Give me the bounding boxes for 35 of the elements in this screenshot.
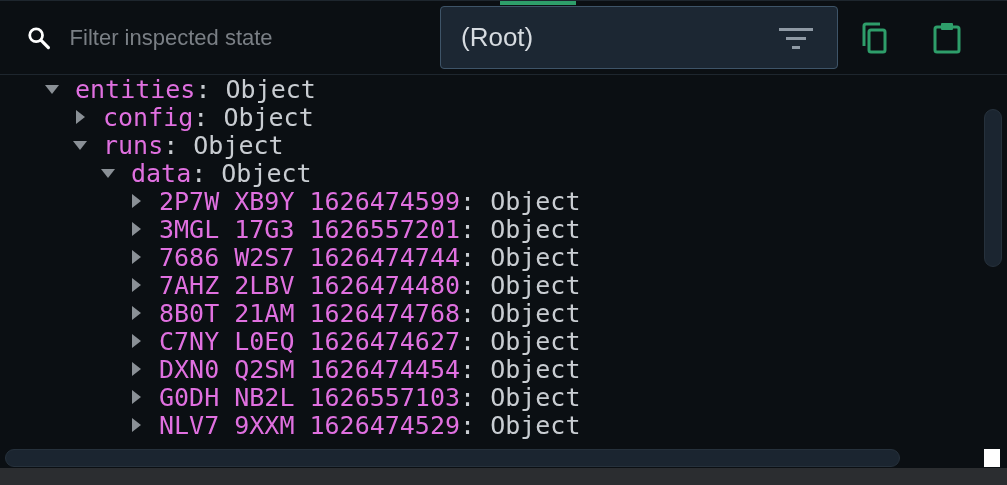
vertical-scrollbar[interactable] bbox=[984, 109, 1002, 267]
paste-button[interactable] bbox=[933, 21, 961, 54]
tree-key: 2P7W XB9Y 1626474599 bbox=[159, 186, 461, 216]
tree-value: : Object bbox=[460, 410, 581, 440]
tree-key: G0DH NB2L 1626557103 bbox=[159, 382, 461, 412]
tree-value: : Object bbox=[195, 75, 316, 104]
tree-value: : Object bbox=[460, 382, 581, 412]
tree-value: : Object bbox=[193, 102, 314, 132]
horizontal-scrollbar[interactable] bbox=[5, 449, 900, 467]
clipboard-icon bbox=[933, 21, 961, 54]
tree-key: 8B0T 21AM 1626474768 bbox=[159, 298, 461, 328]
scroll-corner bbox=[984, 449, 1000, 467]
tree-value: : Object bbox=[460, 326, 581, 356]
tree-key: data bbox=[131, 158, 192, 188]
tree-value: : Object bbox=[460, 214, 581, 244]
tree-key: runs bbox=[103, 130, 164, 160]
tree-key: NLV7 9XXM 1626474529 bbox=[159, 410, 461, 440]
tree-value: : Object bbox=[460, 298, 581, 328]
tree-key: config bbox=[103, 102, 194, 132]
tree-key: 7686 W2S7 1626474744 bbox=[159, 242, 461, 272]
tree-value: : Object bbox=[460, 270, 581, 300]
tree-key: entities bbox=[75, 75, 196, 104]
tree-key: DXN0 Q2SM 1626474454 bbox=[159, 354, 461, 384]
tree-key: 3MGL 17G3 1626557201 bbox=[159, 214, 461, 244]
tree-value: : Object bbox=[460, 186, 581, 216]
copy-button[interactable] bbox=[860, 21, 888, 54]
tree-key: 7AHZ 2LBV 1626474480 bbox=[159, 270, 461, 300]
tree-key: C7NY L0EQ 1626474627 bbox=[159, 326, 461, 356]
path-dropdown[interactable]: (Root) bbox=[440, 6, 838, 69]
copy-icon bbox=[860, 21, 888, 54]
filter-input[interactable]: Filter inspected state bbox=[67, 23, 426, 52]
tree-value: : Object bbox=[460, 354, 581, 384]
tree-value: : Object bbox=[163, 130, 284, 160]
tree-value: : Object bbox=[191, 158, 312, 188]
tree-value: : Object bbox=[460, 242, 581, 272]
